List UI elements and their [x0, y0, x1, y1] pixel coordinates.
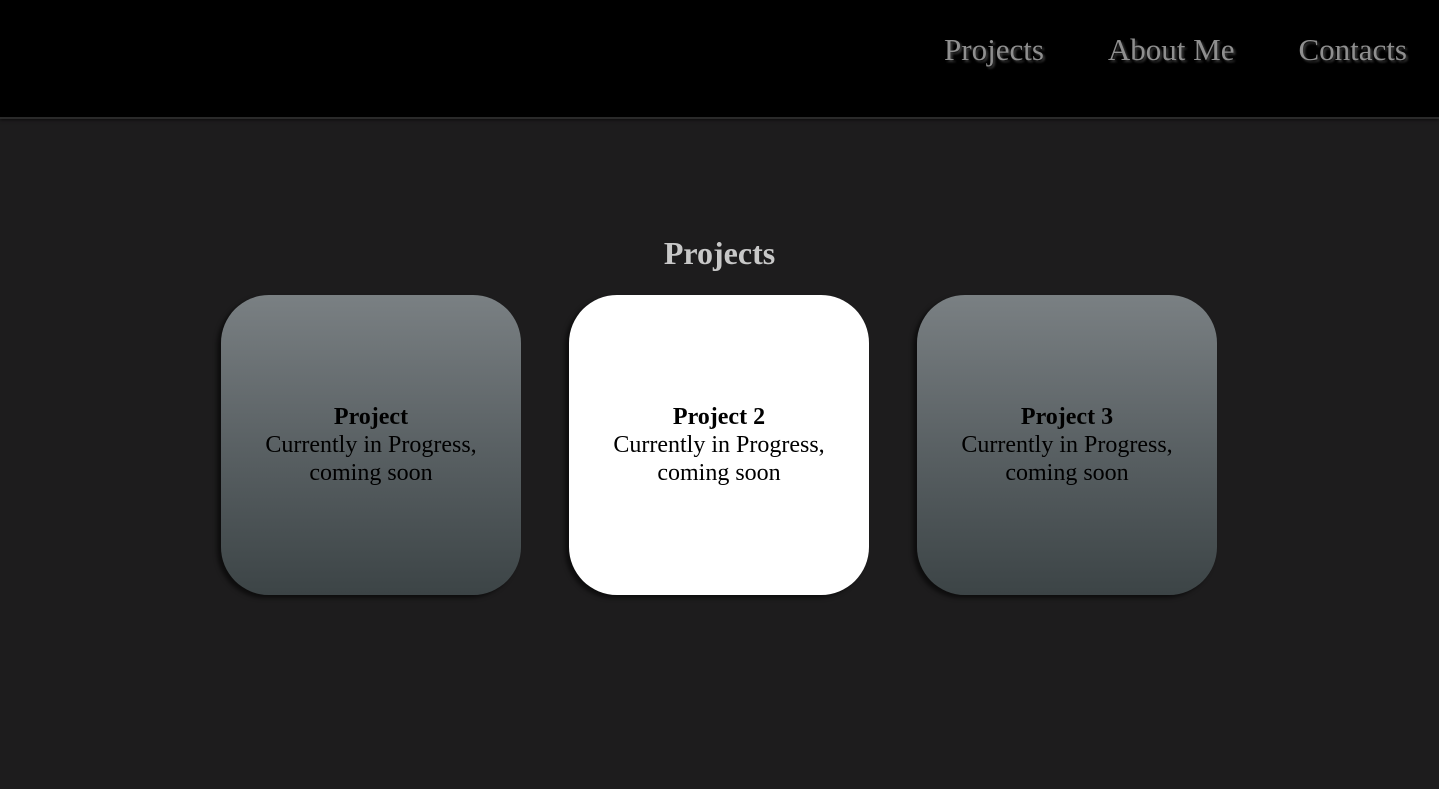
project-card-1[interactable]: Project Currently in Progress, coming so…: [221, 295, 521, 595]
project-card-description: Currently in Progress, coming soon: [961, 432, 1173, 486]
top-nav-bar: Projects About Me Contacts: [0, 0, 1439, 119]
nav-link-contacts[interactable]: Contacts: [1299, 30, 1408, 70]
project-card-2[interactable]: Project 2 Currently in Progress, coming …: [569, 295, 869, 595]
project-card-title: Project 2: [672, 404, 766, 430]
project-card-title: Project: [333, 404, 409, 430]
projects-heading: Projects: [663, 235, 776, 271]
project-card-title: Project 3: [1020, 404, 1114, 430]
project-cards: Project Currently in Progress, coming so…: [221, 295, 1217, 595]
nav-link-projects[interactable]: Projects: [944, 30, 1044, 70]
project-card-3[interactable]: Project 3 Currently in Progress, coming …: [917, 295, 1217, 595]
nav-link-about-me[interactable]: About Me: [1108, 30, 1235, 70]
project-card-description: Currently in Progress, coming soon: [265, 432, 477, 486]
main-nav: Projects About Me Contacts: [944, 30, 1407, 70]
project-card-description: Currently in Progress, coming soon: [613, 432, 825, 486]
